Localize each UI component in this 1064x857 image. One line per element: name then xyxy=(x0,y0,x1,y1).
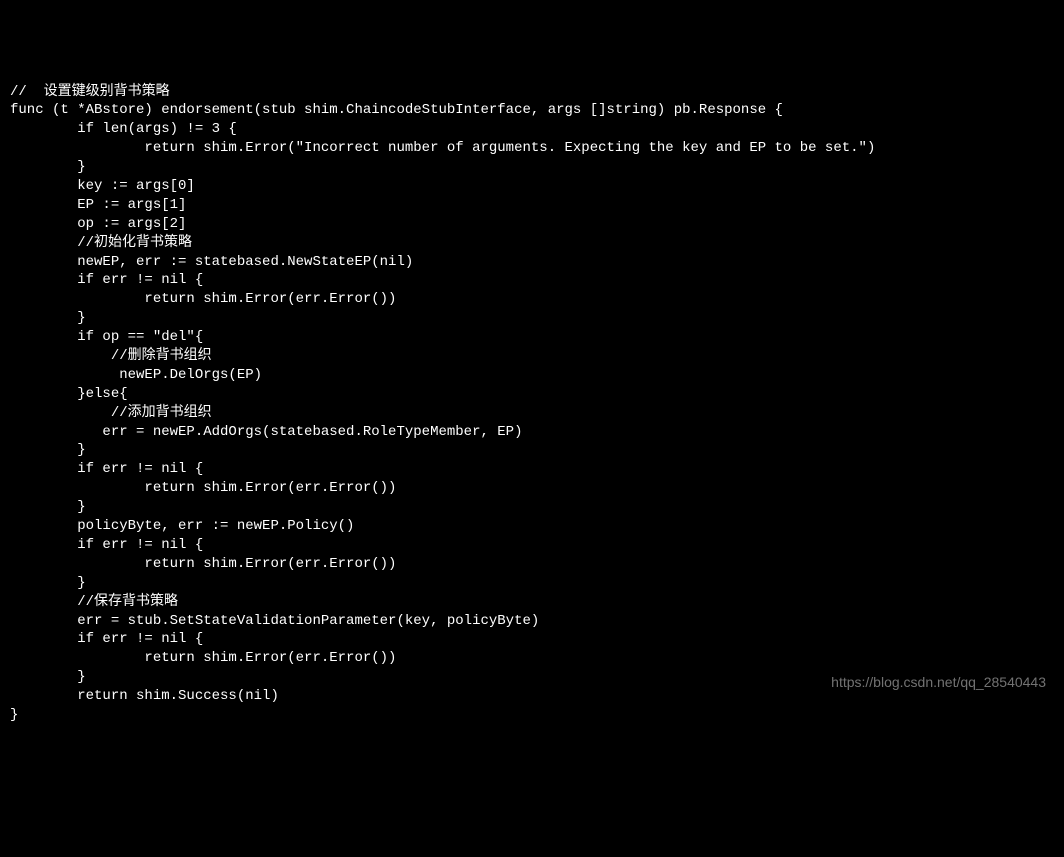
watermark-text: https://blog.csdn.net/qq_28540443 xyxy=(831,673,1046,692)
code-line: //保存背书策略 xyxy=(10,593,1054,612)
code-line: } xyxy=(10,441,1054,460)
code-line: }else{ xyxy=(10,385,1054,404)
code-line: // 设置键级别背书策略 xyxy=(10,83,1054,102)
code-line: policyByte, err := newEP.Policy() xyxy=(10,517,1054,536)
code-line: newEP.DelOrgs(EP) xyxy=(10,366,1054,385)
code-line: //初始化背书策略 xyxy=(10,234,1054,253)
code-line: if len(args) != 3 { xyxy=(10,120,1054,139)
code-line: if err != nil { xyxy=(10,460,1054,479)
code-line: newEP, err := statebased.NewStateEP(nil) xyxy=(10,253,1054,272)
code-line: return shim.Error("Incorrect number of a… xyxy=(10,139,1054,158)
code-line: //删除背书组织 xyxy=(10,347,1054,366)
code-line: } xyxy=(10,574,1054,593)
code-line: func (t *ABstore) endorsement(stub shim.… xyxy=(10,101,1054,120)
code-line: if err != nil { xyxy=(10,536,1054,555)
code-line: op := args[2] xyxy=(10,215,1054,234)
code-block: // 设置键级别背书策略func (t *ABstore) endorsemen… xyxy=(10,83,1054,725)
code-line: } xyxy=(10,158,1054,177)
code-line: if op == "del"{ xyxy=(10,328,1054,347)
code-line: return shim.Error(err.Error()) xyxy=(10,290,1054,309)
code-line: //添加背书组织 xyxy=(10,404,1054,423)
code-line: } xyxy=(10,309,1054,328)
code-line: if err != nil { xyxy=(10,271,1054,290)
code-line: return shim.Error(err.Error()) xyxy=(10,555,1054,574)
code-line: if err != nil { xyxy=(10,630,1054,649)
code-line: key := args[0] xyxy=(10,177,1054,196)
code-line: err = newEP.AddOrgs(statebased.RoleTypeM… xyxy=(10,423,1054,442)
code-line: } xyxy=(10,706,1054,725)
code-line: err = stub.SetStateValidationParameter(k… xyxy=(10,612,1054,631)
code-line: EP := args[1] xyxy=(10,196,1054,215)
code-line: return shim.Error(err.Error()) xyxy=(10,479,1054,498)
code-line: return shim.Error(err.Error()) xyxy=(10,649,1054,668)
code-line: } xyxy=(10,498,1054,517)
